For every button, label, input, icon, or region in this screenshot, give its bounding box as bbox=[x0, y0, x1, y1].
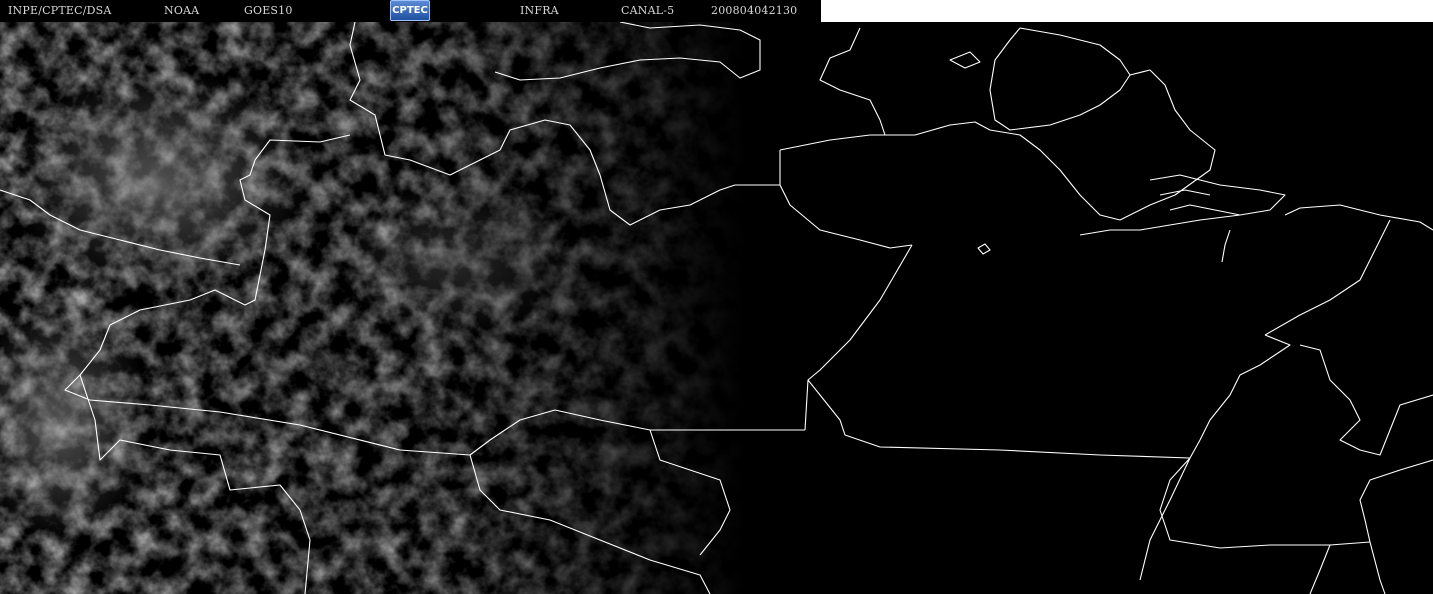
satellite-label: GOES10 bbox=[244, 4, 293, 17]
agency-label: NOAA bbox=[164, 4, 200, 17]
cptec-logo: CPTEC bbox=[390, 0, 430, 21]
satellite-image bbox=[0, 22, 1433, 594]
image-header-bar: INPE/CPTEC/DSA NOAA GOES10 CPTEC INFRA C… bbox=[0, 0, 821, 22]
institution-label: INPE/CPTEC/DSA bbox=[8, 4, 112, 17]
band-label: INFRA bbox=[520, 4, 559, 17]
cloud-layer bbox=[0, 22, 1433, 594]
channel-label: CANAL-5 bbox=[621, 4, 675, 17]
timestamp-label: 200804042130 bbox=[711, 4, 798, 17]
header-blank-area bbox=[821, 0, 1433, 22]
